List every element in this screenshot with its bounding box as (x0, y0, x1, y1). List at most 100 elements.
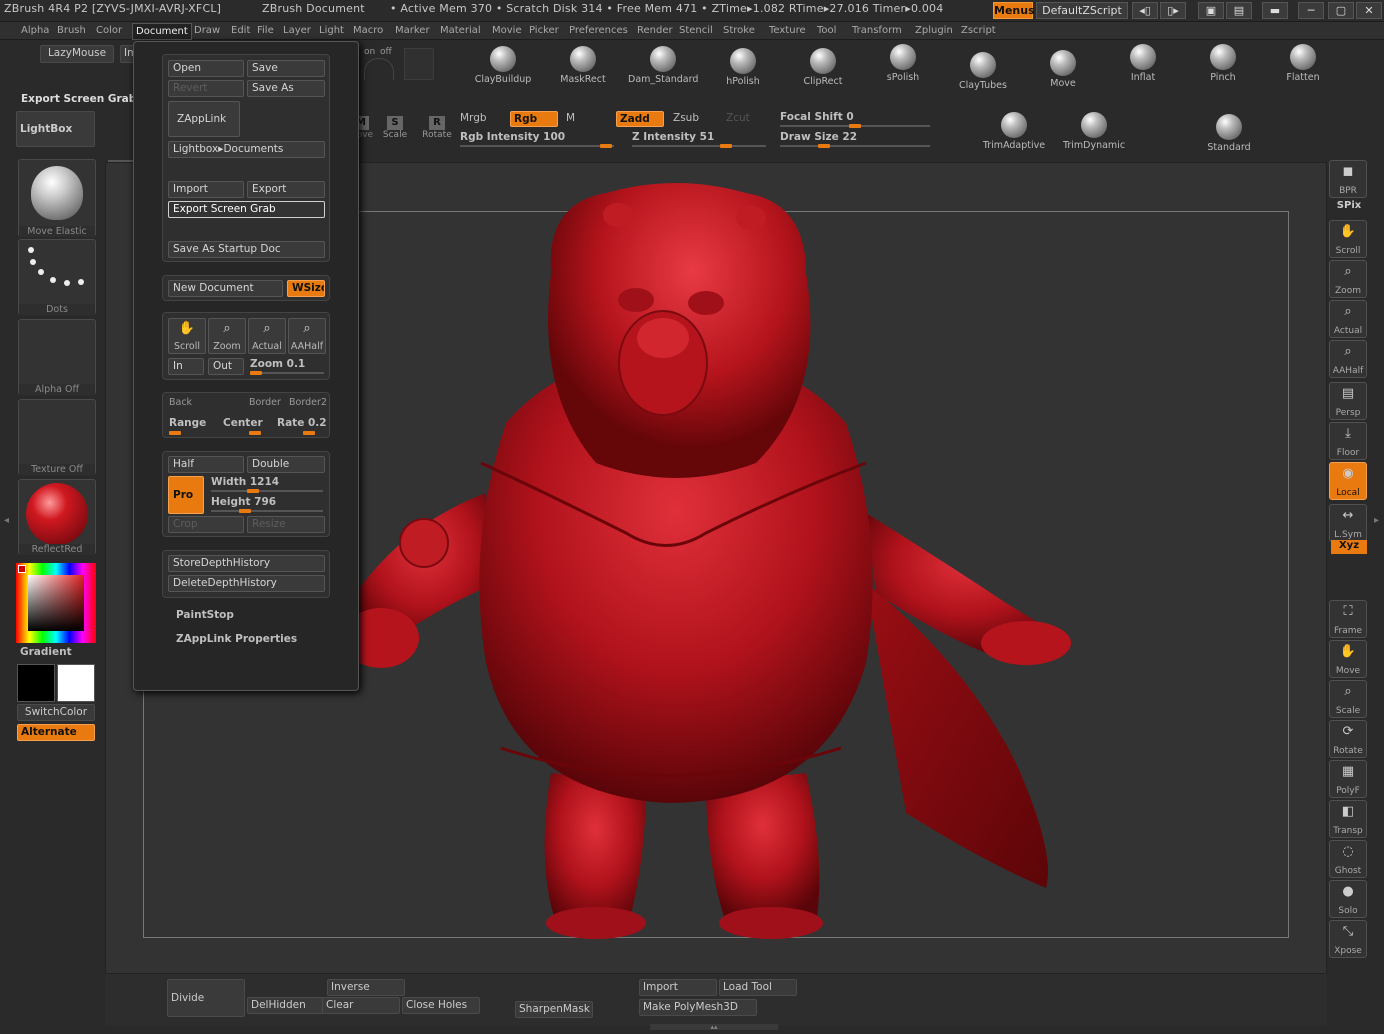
bottom-tray-handle[interactable]: ▴▴ (650, 1024, 778, 1031)
zsub-button[interactable]: Zsub (673, 112, 699, 124)
brush-claybuildup[interactable]: ClayBuildup (468, 46, 538, 86)
menu-stencil[interactable]: Stencil (676, 23, 716, 38)
center-knob[interactable] (249, 431, 261, 435)
menu-zscript[interactable]: Zscript (958, 23, 999, 38)
resize-button[interactable]: Resize (247, 516, 325, 533)
open-button[interactable]: Open (168, 60, 244, 77)
lightbox-button[interactable]: LightBox (16, 111, 95, 147)
height-knob[interactable] (239, 509, 251, 513)
double-button[interactable]: Double (247, 456, 325, 473)
brush-inflat[interactable]: Inflat (1108, 44, 1178, 84)
tray-right-icon[interactable]: ▯▸ (1160, 2, 1186, 19)
brush-swatch[interactable]: Move Elastic (18, 159, 96, 237)
crop-button[interactable]: Crop (168, 516, 244, 533)
zoom-out-button[interactable]: Out (208, 358, 244, 375)
new-document-button[interactable]: New Document (168, 280, 283, 297)
width-knob[interactable] (247, 489, 259, 493)
brush-maskrect[interactable]: MaskRect (548, 46, 618, 86)
rgb-intensity-knob[interactable] (600, 144, 612, 148)
color-square[interactable] (28, 575, 84, 631)
xpose-button[interactable]: ⤡ Xpose (1329, 920, 1367, 958)
ghost-button[interactable]: ◌ Ghost (1329, 840, 1367, 878)
zapplink-button[interactable]: ZAppLink (168, 101, 240, 137)
gradient-label[interactable]: Gradient (20, 646, 72, 658)
color-picker[interactable] (16, 563, 96, 643)
zoom-in-button[interactable]: In (168, 358, 204, 375)
switchcolor-button[interactable]: SwitchColor (17, 704, 95, 721)
pro-button[interactable]: Pro (168, 476, 204, 514)
revert-button[interactable]: Revert (168, 80, 244, 97)
brush-standard[interactable]: Standard (1194, 114, 1264, 154)
menu-zplugin[interactable]: Zplugin (912, 23, 956, 38)
brush-cliprect[interactable]: ClipRect (788, 48, 858, 88)
border2-color[interactable]: Border2 (289, 397, 327, 408)
bpr-button[interactable]: ◼ BPR (1329, 160, 1367, 198)
menu-tool[interactable]: Tool (814, 23, 839, 38)
brush-pinch[interactable]: Pinch (1188, 44, 1258, 84)
z-intensity-track[interactable] (632, 145, 766, 147)
menu-light[interactable]: Light (316, 23, 347, 38)
menu-marker[interactable]: Marker (392, 23, 433, 38)
default-zscript-button[interactable]: DefaultZScript (1036, 2, 1128, 19)
rgb-intensity-slider[interactable]: Rgb Intensity 100 (460, 131, 565, 143)
rate-knob[interactable] (303, 431, 315, 435)
alternate-button[interactable]: Alternate (17, 724, 95, 741)
focal-shift-knob[interactable] (849, 124, 861, 128)
draw-size-knob[interactable] (818, 144, 830, 148)
material-swatch[interactable]: ReflectRed (18, 479, 96, 555)
brush-move[interactable]: Move (1028, 50, 1098, 90)
close-holes-button[interactable]: Close Holes (402, 997, 480, 1014)
save-as-button[interactable]: Save As (247, 80, 325, 97)
brush-trimdynamic[interactable]: TrimDynamic (1059, 112, 1129, 152)
draw-size-slider[interactable]: Draw Size 22 (780, 131, 857, 143)
zcut-button[interactable]: Zcut (726, 112, 750, 124)
load-tool-button[interactable]: Load Tool (719, 979, 797, 996)
lazymouse-button[interactable]: LazyMouse (40, 45, 114, 63)
lsym-button[interactable]: ↔ L.Sym (1329, 504, 1367, 542)
zoom-slider[interactable]: Zoom 0.1 (250, 358, 305, 370)
main-color-swatch[interactable] (17, 664, 55, 702)
save-as-startup-doc-button[interactable]: Save As Startup Doc (168, 241, 325, 258)
lightbox-documents-button[interactable]: Lightbox▸Documents (168, 141, 325, 158)
aahalf-doc-button[interactable]: ⌕ AAHalf (288, 318, 326, 354)
spix-button[interactable]: SPix (1331, 200, 1367, 211)
gauge-icon[interactable] (364, 58, 394, 80)
menu-material[interactable]: Material (437, 23, 484, 38)
rgb-button[interactable]: Rgb (510, 111, 558, 127)
floor-button[interactable]: ⤓ Floor (1329, 422, 1367, 460)
minimize-icon[interactable]: ─ (1298, 2, 1324, 19)
brush-trimadaptive[interactable]: TrimAdaptive (979, 112, 1049, 152)
z-intensity-knob[interactable] (720, 144, 732, 148)
menu-edit[interactable]: Edit (228, 23, 253, 38)
mrgb-button[interactable]: Mrgb (460, 112, 487, 124)
clear-button[interactable]: Clear (322, 997, 400, 1014)
zapplink-properties-item[interactable]: ZAppLink Properties (176, 633, 297, 645)
aahalf-button[interactable]: ⌕ AAHalf (1329, 340, 1367, 378)
height-slider[interactable]: Height 796 (211, 496, 276, 508)
actual-button[interactable]: ⌕ Actual (1329, 300, 1367, 338)
store-depth-history-button[interactable]: StoreDepthHistory (168, 555, 325, 572)
menu-draw[interactable]: Draw (191, 23, 223, 38)
menu-preferences[interactable]: Preferences (566, 23, 631, 38)
menu-transform[interactable]: Transform (849, 23, 905, 38)
menu-stroke[interactable]: Stroke (720, 23, 758, 38)
brush-spolish[interactable]: sPolish (868, 44, 938, 84)
layout-icon[interactable]: ▣ (1198, 2, 1224, 19)
scroll-button[interactable]: ✋ Scroll (1329, 220, 1367, 258)
z-intensity-slider[interactable]: Z Intensity 51 (632, 131, 714, 143)
tray-left-icon[interactable]: ◂▯ (1132, 2, 1158, 19)
save-button[interactable]: Save (247, 60, 325, 77)
local-button[interactable]: ◉ Local (1329, 462, 1367, 500)
export-doc-button[interactable]: Export (247, 181, 325, 198)
import-tool-button[interactable]: Import (639, 979, 717, 996)
sharpenmask-button[interactable]: SharpenMask (515, 1001, 593, 1018)
delhidden-button[interactable]: DelHidden (247, 997, 325, 1014)
rgb-intensity-track[interactable] (460, 145, 614, 147)
polyf-button[interactable]: ▦ PolyF (1329, 760, 1367, 798)
lock-icon[interactable]: ▬ (1262, 2, 1288, 19)
alpha-swatch[interactable]: Alpha Off (18, 319, 96, 395)
menu-picker[interactable]: Picker (526, 23, 562, 38)
delete-depth-history-button[interactable]: DeleteDepthHistory (168, 575, 325, 592)
secondary-color-swatch[interactable] (57, 664, 95, 702)
menu-movie[interactable]: Movie (489, 23, 525, 38)
